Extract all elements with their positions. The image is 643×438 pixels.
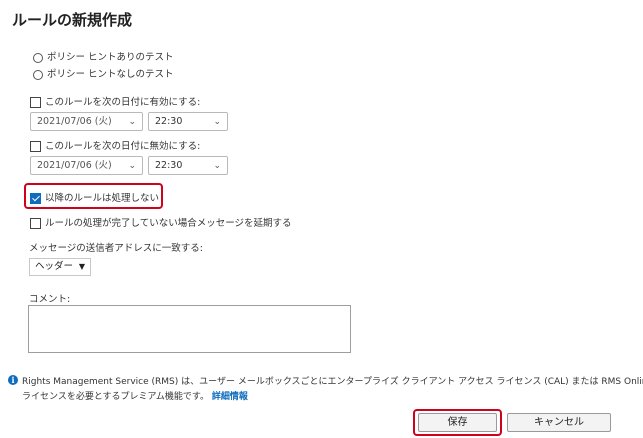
activate-time-picker[interactable]: 22:30 ⌄ [148,112,228,131]
sender-match-label: メッセージの送信者アドレスに一致する: [29,243,204,254]
page-title: ルールの新規作成 [12,11,133,29]
defer-checkbox[interactable] [30,218,41,229]
deactivate-date-value: 2021/07/06 (火) [37,160,112,171]
radio-button[interactable] [33,52,43,63]
activate-checkbox-row[interactable]: このルールを次の日付に有効にする: [30,94,200,108]
defer-checkbox-row[interactable]: ルールの処理が完了していない場合メッセージを延期する [30,215,292,229]
activate-date-value: 2021/07/06 (火) [37,116,112,127]
deactivate-checkbox-row[interactable]: このルールを次の日付に無効にする: [30,138,200,152]
activate-checkbox[interactable] [30,97,41,108]
radio-policy-hint-test[interactable]: ポリシー ヒントありのテスト [33,49,174,63]
caret-down-icon: ▼ [78,262,85,271]
radio-policy-nohint-test[interactable]: ポリシー ヒントなしのテスト [33,66,174,80]
chevron-down-icon: ⌄ [128,117,136,127]
info-text-line2: ライセンスを必要とするプレミアム機能です。 [22,392,210,402]
chevron-down-icon: ⌄ [213,117,221,127]
sender-match-value: ヘッダー [35,261,74,272]
stop-processing-checkbox-row[interactable]: 以降のルールは処理しない [30,190,159,204]
defer-label: ルールの処理が完了していない場合メッセージを延期する [45,218,292,229]
cancel-button[interactable]: キャンセル [507,413,611,432]
radio-label: ポリシー ヒントなしのテスト [47,69,174,80]
activate-date-picker[interactable]: 2021/07/06 (火) ⌄ [30,112,143,131]
chevron-down-icon: ⌄ [128,161,136,171]
activate-label: このルールを次の日付に有効にする: [45,97,201,108]
info-text-line1: Rights Management Service (RMS) は、ユーザー メ… [22,377,643,387]
stop-processing-label: 以降のルールは処理しない [45,193,160,204]
comment-textarea[interactable] [28,305,351,353]
stop-processing-checkbox[interactable] [30,193,41,204]
sender-match-dropdown[interactable]: ヘッダー ▼ [29,258,91,276]
deactivate-label: このルールを次の日付に無効にする: [45,141,201,152]
radio-button[interactable] [33,69,43,80]
comment-label: コメント: [29,294,71,305]
learn-more-link[interactable]: 詳細情報 [212,392,248,402]
deactivate-date-picker[interactable]: 2021/07/06 (火) ⌄ [30,156,143,175]
chevron-down-icon: ⌄ [213,161,221,171]
info-icon: i [8,375,18,385]
radio-label: ポリシー ヒントありのテスト [47,52,174,63]
deactivate-time-value: 22:30 [155,160,183,171]
save-button[interactable]: 保存 [418,413,497,432]
deactivate-checkbox[interactable] [30,141,41,152]
info-text-line2-row: ライセンスを必要とするプレミアム機能です。 詳細情報 [22,389,248,402]
deactivate-time-picker[interactable]: 22:30 ⌄ [148,156,228,175]
activate-time-value: 22:30 [155,116,183,127]
